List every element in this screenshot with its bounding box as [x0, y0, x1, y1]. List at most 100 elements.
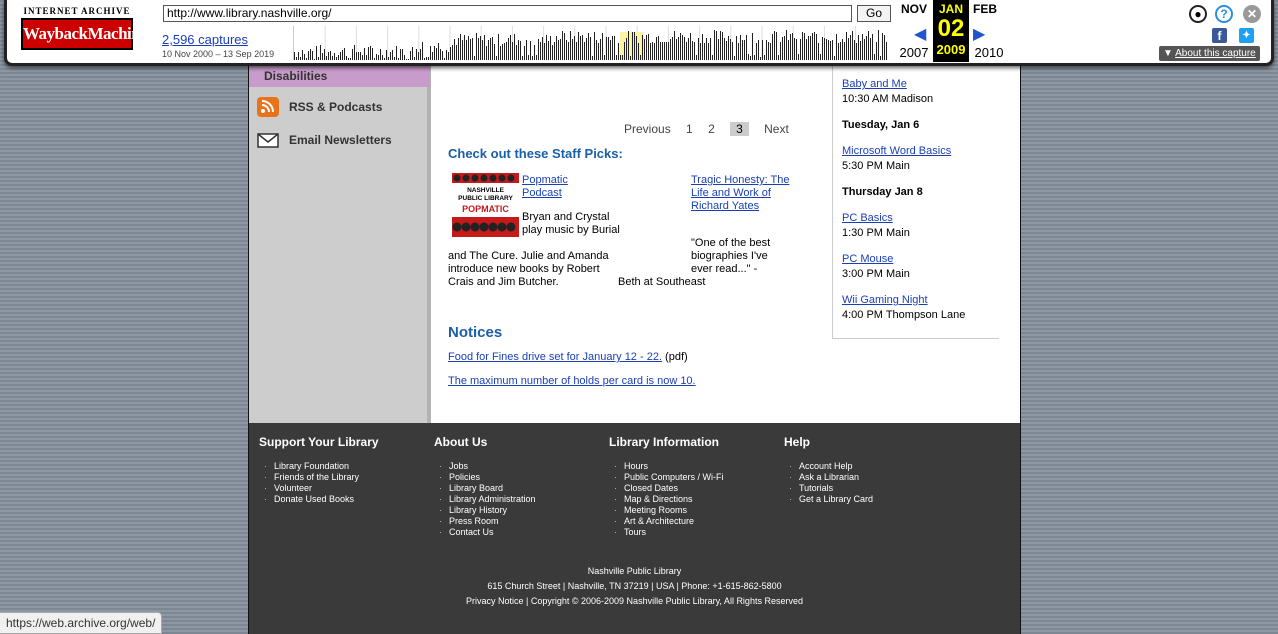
sparkline-bar: [798, 54, 799, 60]
sparkline-bar: [872, 34, 873, 60]
sparkline-bar: [296, 57, 297, 60]
footer-link[interactable]: Meeting Rooms: [614, 505, 779, 516]
footer-link[interactable]: Contact Us: [439, 527, 604, 538]
url-input[interactable]: http://www.library.nashville.org/: [163, 5, 852, 22]
footer-link[interactable]: Donate Used Books: [264, 494, 429, 505]
footer-link[interactable]: Library Board: [439, 483, 604, 494]
sparkline-bar: [570, 31, 571, 60]
go-button[interactable]: Go: [857, 5, 891, 22]
sparkline-bar: [476, 33, 477, 60]
sparkline-bar: [346, 56, 347, 60]
prev-month[interactable]: NOV: [895, 2, 933, 16]
footer-link[interactable]: Map & Directions: [614, 494, 779, 505]
sparkline-bar: [780, 42, 781, 60]
sparkline-bar: [564, 33, 565, 60]
footer-copyright[interactable]: Privacy Notice | Copyright © 2006-2009 N…: [249, 596, 1020, 606]
sparkline-bar: [332, 56, 333, 60]
footer-col-support: Support Your Library Library Foundation …: [259, 435, 429, 505]
close-icon[interactable]: ✕: [1243, 5, 1261, 23]
event-link-baby-and-me[interactable]: Baby and Me: [842, 78, 907, 90]
sparkline-bar: [422, 42, 423, 60]
notice-link[interactable]: Food for Fines drive set for January 12 …: [448, 351, 662, 363]
footer-link[interactable]: Public Computers / Wi-Fi: [614, 472, 779, 483]
sparkline-bar: [364, 48, 365, 60]
footer-link[interactable]: Jobs: [439, 461, 604, 472]
captures-link[interactable]: 2,596 captures: [162, 32, 248, 47]
popmatic-podcast-image[interactable]: NASHVILLE PUBLIC LIBRARY POPMATIC: [452, 173, 519, 237]
nav-item-email[interactable]: Email Newsletters: [257, 130, 392, 150]
next-month[interactable]: FEB: [966, 2, 1004, 16]
event-link-wii-gaming[interactable]: Wii Gaming Night: [842, 294, 928, 306]
footer-link[interactable]: Ask a Librarian: [789, 472, 954, 483]
sparkline-bar: [596, 40, 597, 60]
sparkline-bar: [580, 36, 581, 60]
sparkline-bar: [400, 49, 401, 60]
event-link-word-basics[interactable]: Microsoft Word Basics: [842, 145, 951, 157]
notice-link[interactable]: The maximum number of holds per card is …: [448, 375, 696, 387]
pick2-link[interactable]: Tragic Honesty: The Life and Work of Ric…: [691, 174, 791, 213]
sparkline-bar: [354, 45, 355, 60]
sparkline-bar: [792, 33, 793, 60]
sparkline-bar: [762, 40, 763, 60]
about-capture-button[interactable]: ▼ About this capture: [1159, 46, 1260, 61]
footer-link[interactable]: Library History: [439, 505, 604, 516]
sparkline-bar: [352, 49, 353, 60]
sparkline-bar: [876, 42, 877, 60]
footer-link[interactable]: Account Help: [789, 461, 954, 472]
sparkline-bar: [738, 43, 739, 60]
footer-link[interactable]: Policies: [439, 472, 604, 483]
sparkline-bar: [368, 47, 369, 60]
help-icon[interactable]: ?: [1215, 5, 1233, 23]
pick1-link[interactable]: Popmatic Podcast: [522, 174, 592, 200]
notice-item: Food for Fines drive set for January 12 …: [448, 351, 688, 363]
next-capture-arrow-icon[interactable]: ▶: [973, 24, 985, 44]
sparkline-bar: [776, 32, 777, 60]
sparkline-bar: [770, 43, 771, 60]
sparkline-bar: [616, 55, 617, 60]
footer-link[interactable]: Library Administration: [439, 494, 604, 505]
footer-link[interactable]: Friends of the Library: [264, 472, 429, 483]
sparkline-bar: [530, 41, 531, 60]
sparkline-bar: [308, 51, 309, 60]
footer-link[interactable]: Art & Architecture: [614, 516, 779, 527]
sparkline-bar: [486, 46, 487, 60]
facebook-icon[interactable]: f: [1212, 28, 1227, 43]
footer-link[interactable]: Get a Library Card: [789, 494, 954, 505]
wayback-logo[interactable]: INTERNET ARCHIVE WaybackMachine: [21, 6, 148, 50]
footer-col-title: Library Information: [609, 435, 720, 449]
user-icon[interactable]: ●: [1189, 5, 1207, 23]
pager-next[interactable]: Next: [764, 122, 789, 136]
sparkline-bar: [456, 45, 457, 60]
event-link-pc-mouse[interactable]: PC Mouse: [842, 253, 893, 265]
sparkline-bar: [694, 42, 695, 60]
footer-link[interactable]: Volunteer: [264, 483, 429, 494]
prev-capture-arrow-icon[interactable]: ◀: [914, 24, 926, 44]
sparkline-bar: [754, 55, 755, 60]
footer-link[interactable]: Closed Dates: [614, 483, 779, 494]
pager-previous[interactable]: Previous: [624, 122, 671, 136]
capture-sparkline[interactable]: [293, 26, 887, 60]
sparkline-bar: [448, 52, 449, 60]
nav-item-disabilities[interactable]: Disabilities: [249, 66, 430, 87]
sparkline-bar: [432, 52, 433, 60]
sparkline-bar: [350, 58, 351, 60]
footer-link[interactable]: Library Foundation: [264, 461, 429, 472]
pager-page-2[interactable]: 2: [708, 122, 715, 136]
event-link-pc-basics[interactable]: PC Basics: [842, 212, 893, 224]
prev-year[interactable]: 2007: [895, 45, 933, 60]
sparkline-bar: [638, 43, 639, 60]
sparkline-bar: [774, 31, 775, 60]
sparkline-bar: [646, 35, 647, 60]
sparkline-bar: [784, 36, 785, 60]
next-year[interactable]: 2010: [970, 45, 1008, 60]
nav-item-rss[interactable]: RSS & Podcasts: [257, 97, 382, 117]
pick2-description: "One of the best biographies I've ever r…: [691, 237, 771, 275]
sparkline-bar: [778, 55, 779, 60]
footer-link[interactable]: Tours: [614, 527, 779, 538]
footer-link[interactable]: Press Room: [439, 516, 604, 527]
pager-page-1[interactable]: 1: [686, 122, 693, 136]
cur-day: 02: [937, 15, 965, 42]
footer-link[interactable]: Hours: [614, 461, 779, 472]
twitter-icon[interactable]: ✦: [1239, 28, 1254, 43]
footer-link[interactable]: Tutorials: [789, 483, 954, 494]
